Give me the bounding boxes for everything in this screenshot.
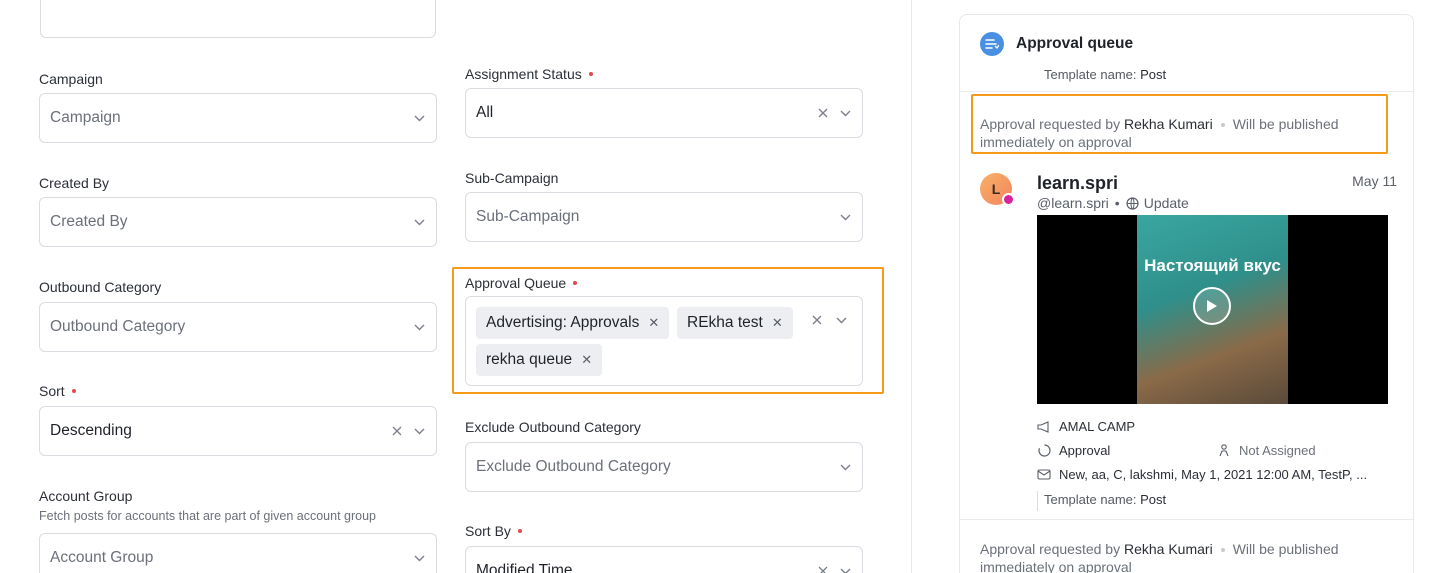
chevron-down-icon: [838, 106, 852, 120]
approval-request-highlight: [971, 94, 1388, 154]
assignee-row: Not Assigned: [1217, 443, 1316, 458]
instagram-icon: [1002, 193, 1015, 206]
filter-panel: Campaign Campaign Created By Created By …: [0, 0, 911, 573]
account-name[interactable]: learn.spri: [1037, 173, 1118, 194]
card-title: Approval queue: [1016, 35, 1134, 52]
sub-campaign-label: Sub-Campaign: [465, 170, 559, 186]
sub-campaign-select[interactable]: Sub-Campaign: [465, 192, 863, 242]
sort-by-select[interactable]: Modified Time: [465, 546, 863, 573]
outbound-category-label: Outbound Category: [39, 279, 162, 295]
sort-by-value: Modified Time: [476, 562, 573, 573]
created-by-placeholder: Created By: [50, 213, 128, 230]
assignment-status-label: Assignment Status: [465, 65, 863, 83]
play-icon[interactable]: [1193, 287, 1231, 325]
created-by-field: Created By Created By: [39, 174, 437, 247]
globe-icon: [1126, 196, 1139, 210]
previous-template-line: Template name: Post: [1044, 67, 1167, 82]
assignment-status-field: Assignment Status All: [465, 65, 863, 138]
required-indicator: [517, 529, 522, 533]
sort-label: Sort: [39, 382, 437, 400]
exclude-outbound-category-placeholder: Exclude Outbound Category: [476, 458, 671, 475]
account-group-hint: Fetch posts for accounts that are part o…: [39, 509, 376, 523]
chevron-down-icon: [412, 320, 426, 334]
template-line: Template name: Post: [1044, 492, 1167, 507]
separator: [960, 91, 1413, 92]
chevron-down-icon: [412, 215, 426, 229]
user-icon: [1217, 444, 1231, 458]
status-icon: [1037, 444, 1051, 458]
outbound-category-select[interactable]: Outbound Category: [39, 302, 437, 352]
chevron-down-icon: [412, 111, 426, 125]
megaphone-icon: [1037, 420, 1051, 434]
campaign-field: Campaign Campaign: [39, 70, 437, 143]
sub-campaign-placeholder: Sub-Campaign: [476, 208, 580, 225]
post-date: May 11: [1352, 173, 1397, 189]
post-thumbnail: Настоящий вкус: [1137, 215, 1288, 404]
chevron-down-icon: [838, 210, 852, 224]
account-group-field: Account Group Fetch posts for accounts t…: [39, 487, 437, 573]
previous-field-stub[interactable]: [40, 0, 436, 38]
separator-dot: [1220, 548, 1225, 553]
created-by-select[interactable]: Created By: [39, 197, 437, 247]
sub-campaign-field: Sub-Campaign Sub-Campaign: [465, 169, 863, 242]
approval-queue-highlight: [452, 267, 884, 394]
created-by-label: Created By: [39, 175, 110, 191]
sort-field: Sort Descending: [39, 382, 437, 456]
approval-queue-icon: [980, 32, 1004, 56]
exclude-outbound-category-field: Exclude Outbound Category Exclude Outbou…: [465, 418, 863, 492]
separator: [960, 519, 1413, 520]
account-subline: @learn.spri • Update: [1037, 195, 1189, 211]
media-caption: Настоящий вкус: [1144, 256, 1281, 275]
account-group-label: Account Group: [39, 488, 133, 504]
clear-icon[interactable]: [816, 106, 830, 120]
tags-row: New, aa, C, lakshmi, May 1, 2021 12:00 A…: [1037, 467, 1367, 482]
campaign-placeholder: Campaign: [50, 109, 121, 126]
campaign-select[interactable]: Campaign: [39, 93, 437, 143]
post-media[interactable]: Настоящий вкус: [1037, 215, 1388, 404]
sort-by-field: Sort By Modified Time: [465, 522, 863, 573]
approval-request-info: Approval requested by Rekha Kumari Will b…: [980, 541, 1339, 573]
clear-icon[interactable]: [390, 424, 404, 438]
sort-by-label: Sort By: [465, 522, 863, 540]
app-root: Campaign Campaign Created By Created By …: [0, 0, 1431, 573]
required-indicator: [588, 72, 593, 76]
account-group-placeholder: Account Group: [50, 549, 154, 566]
exclude-outbound-category-select[interactable]: Exclude Outbound Category: [465, 442, 863, 492]
account-group-select[interactable]: Account Group: [39, 533, 437, 573]
panel-divider: [911, 0, 912, 573]
campaign-label: Campaign: [39, 71, 103, 87]
chevron-down-icon: [838, 460, 852, 474]
required-indicator: [71, 389, 76, 393]
template-divider: [1037, 491, 1038, 511]
status-row: Approval: [1037, 443, 1110, 458]
chevron-down-icon: [838, 564, 852, 573]
sort-select[interactable]: Descending: [39, 406, 437, 456]
chevron-down-icon: [412, 551, 426, 565]
mail-icon: [1037, 468, 1051, 482]
exclude-outbound-category-label: Exclude Outbound Category: [465, 419, 641, 435]
card-header: Approval queue: [960, 15, 1413, 73]
chevron-down-icon: [412, 424, 426, 438]
outbound-category-field: Outbound Category Outbound Category: [39, 278, 437, 352]
outbound-category-placeholder: Outbound Category: [50, 318, 186, 335]
sort-value: Descending: [50, 422, 132, 439]
assignment-status-value: All: [476, 104, 494, 121]
assignment-status-select[interactable]: All: [465, 88, 863, 138]
clear-icon[interactable]: [816, 564, 830, 573]
campaign-row: AMAL CAMP: [1037, 419, 1135, 434]
